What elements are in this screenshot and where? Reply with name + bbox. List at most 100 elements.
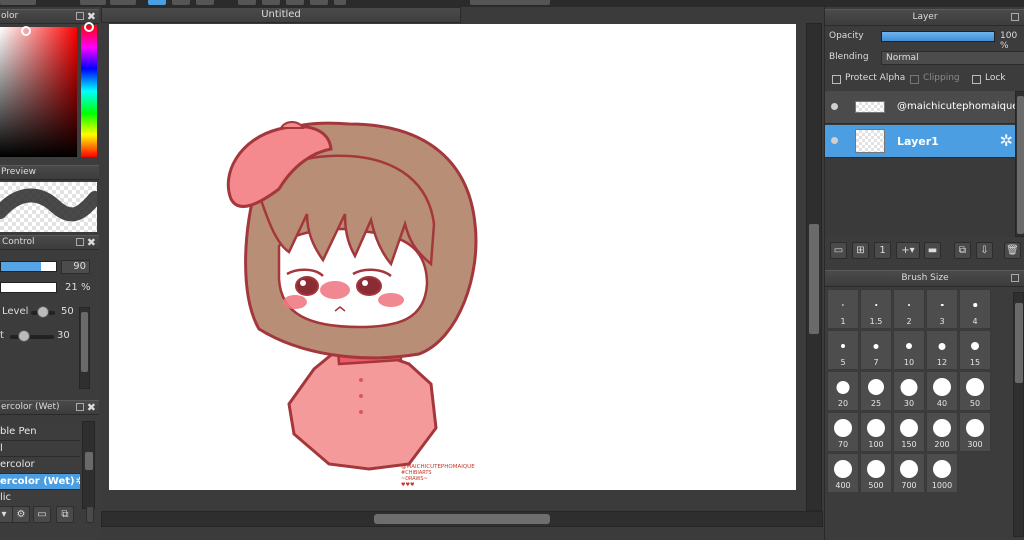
panel-scroll-button[interactable]: [86, 506, 94, 523]
brush-size-cell[interactable]: 1: [827, 289, 859, 329]
layer-row[interactable]: @maichicutephomaique: [825, 91, 1018, 124]
popout-icon[interactable]: [1011, 274, 1019, 282]
blending-select[interactable]: Normal: [881, 51, 1024, 65]
brush-size-cell[interactable]: 15: [959, 330, 991, 370]
canvas-horizontal-scrollbar[interactable]: [101, 511, 823, 527]
popout-icon[interactable]: [1011, 13, 1019, 21]
toolbar-button-active[interactable]: [148, 0, 166, 5]
brush-size-cell[interactable]: 50: [959, 371, 991, 411]
toolbar-button[interactable]: [196, 0, 214, 5]
control-scrollbar-thumb[interactable]: [81, 312, 88, 372]
toolbar-button[interactable]: [262, 0, 280, 5]
popout-icon[interactable]: [76, 238, 84, 246]
layer-row-selected[interactable]: Layer1 ✲: [825, 125, 1015, 158]
t-slider-track[interactable]: [10, 335, 54, 339]
copy-brush-button[interactable]: ⧉: [56, 506, 74, 523]
control-scrollbar[interactable]: [79, 307, 90, 389]
brush-size-slider[interactable]: 90: [0, 260, 97, 274]
gear-icon[interactable]: ✲: [76, 476, 80, 487]
brush-size-cell[interactable]: 25: [860, 371, 892, 411]
brush-size-cell[interactable]: 10: [893, 330, 925, 370]
brush-size-cell[interactable]: 400: [827, 453, 859, 493]
toolbar-button[interactable]: [110, 0, 136, 5]
toolbar-button[interactable]: [470, 0, 550, 5]
brush-size-cell[interactable]: 1.5: [860, 289, 892, 329]
merge-layer-button[interactable]: ⇩: [976, 242, 993, 259]
brush-size-scrollbar[interactable]: [1013, 292, 1024, 537]
brush-size-cell[interactable]: 3: [926, 289, 958, 329]
brush-size-scrollbar-thumb[interactable]: [1015, 303, 1023, 383]
layer-opacity-slider[interactable]: [881, 31, 995, 42]
brush-item-label: ercolor (Wet): [0, 475, 75, 487]
toolbar-button[interactable]: [238, 0, 256, 5]
canvas-horizontal-scrollbar-thumb[interactable]: [374, 514, 550, 524]
new-layer-button[interactable]: ▭: [830, 242, 847, 259]
close-icon[interactable]: ✖: [87, 401, 96, 414]
color-saturation-picker[interactable]: [0, 27, 77, 157]
brush-opacity-slider[interactable]: 21 %: [0, 281, 97, 295]
brush-item-selected[interactable]: ercolor (Wet)✲: [0, 473, 80, 490]
brush-size-cell[interactable]: 30: [893, 371, 925, 411]
new-folder-button[interactable]: ▬: [924, 242, 941, 259]
layer-list-scrollbar[interactable]: [1015, 91, 1024, 237]
brush-size-cell[interactable]: 100: [860, 412, 892, 452]
toolbar-button[interactable]: [0, 0, 36, 5]
new-halftone-layer-button[interactable]: ⊞: [852, 242, 869, 259]
canvas-vertical-scrollbar[interactable]: [806, 23, 822, 511]
brush-size-label: 40: [936, 399, 948, 408]
toolbar-button[interactable]: [310, 0, 328, 5]
brush-size-cell[interactable]: 5: [827, 330, 859, 370]
delete-layer-icon[interactable]: 🗑: [1004, 242, 1021, 259]
folder-button[interactable]: ▭: [33, 506, 51, 523]
color-picker-cursor[interactable]: [21, 26, 31, 36]
toolbar-button[interactable]: [334, 0, 346, 5]
brush-size-cell[interactable]: 70: [827, 412, 859, 452]
close-icon[interactable]: ✖: [87, 236, 96, 249]
brush-size-cell[interactable]: 500: [860, 453, 892, 493]
brush-size-value[interactable]: 90: [61, 260, 90, 274]
brush-size-cell[interactable]: 40: [926, 371, 958, 411]
brush-size-cell[interactable]: 150: [893, 412, 925, 452]
level-slider-knob[interactable]: [37, 306, 49, 318]
hue-slider-cursor[interactable]: [84, 22, 94, 32]
visibility-eye-icon[interactable]: [831, 137, 838, 144]
brush-size-cell[interactable]: 7: [860, 330, 892, 370]
brush-list-scrollbar[interactable]: [82, 421, 95, 509]
brush-size-cell[interactable]: 300: [959, 412, 991, 452]
brush-size-cell[interactable]: 700: [893, 453, 925, 493]
lock-checkbox[interactable]: [972, 75, 981, 84]
gear-icon[interactable]: ✲: [1000, 131, 1013, 150]
new-1bit-layer-button[interactable]: 1: [874, 242, 891, 259]
brush-size-cell[interactable]: 1000: [926, 453, 958, 493]
brush-item[interactable]: ercolor: [0, 457, 80, 474]
protect-alpha-checkbox[interactable]: [832, 75, 841, 84]
popout-icon[interactable]: [76, 403, 84, 411]
brush-opacity-track[interactable]: [0, 282, 57, 293]
brush-item[interactable]: lic: [0, 490, 80, 506]
brush-item[interactable]: ble Pen: [0, 424, 80, 441]
layer-thumbnail: [855, 129, 885, 153]
brush-size-track[interactable]: [0, 261, 57, 272]
brush-settings-button[interactable]: ⚙: [12, 506, 30, 523]
canvas-vertical-scrollbar-thumb[interactable]: [809, 224, 819, 334]
brush-size-cell[interactable]: 12: [926, 330, 958, 370]
toolbar-button[interactable]: [286, 0, 304, 5]
toolbar-button[interactable]: [80, 0, 106, 5]
brush-item[interactable]: l: [0, 441, 80, 457]
visibility-eye-icon[interactable]: [831, 103, 838, 110]
brush-list-scrollbar-thumb[interactable]: [85, 452, 93, 470]
duplicate-layer-button[interactable]: ⧉: [954, 242, 971, 259]
brush-size-cell[interactable]: 4: [959, 289, 991, 329]
popout-icon[interactable]: [76, 12, 84, 20]
clipping-checkbox[interactable]: [910, 75, 919, 84]
toolbar-button[interactable]: [172, 0, 190, 5]
add-layer-menu-button[interactable]: +▾: [896, 242, 920, 259]
brush-size-cell[interactable]: 200: [926, 412, 958, 452]
brush-size-cell[interactable]: 20: [827, 371, 859, 411]
canvas-tab[interactable]: Untitled: [101, 7, 461, 23]
t-slider-knob[interactable]: [18, 330, 30, 342]
drawing-canvas[interactable]: @MAICHICUTEPHOMAIQUE #CHIBIARTS ~DRAWS~ …: [109, 24, 796, 490]
hue-slider[interactable]: [81, 25, 97, 157]
brush-size-cell[interactable]: 2: [893, 289, 925, 329]
layer-list-scrollbar-thumb[interactable]: [1017, 96, 1024, 234]
